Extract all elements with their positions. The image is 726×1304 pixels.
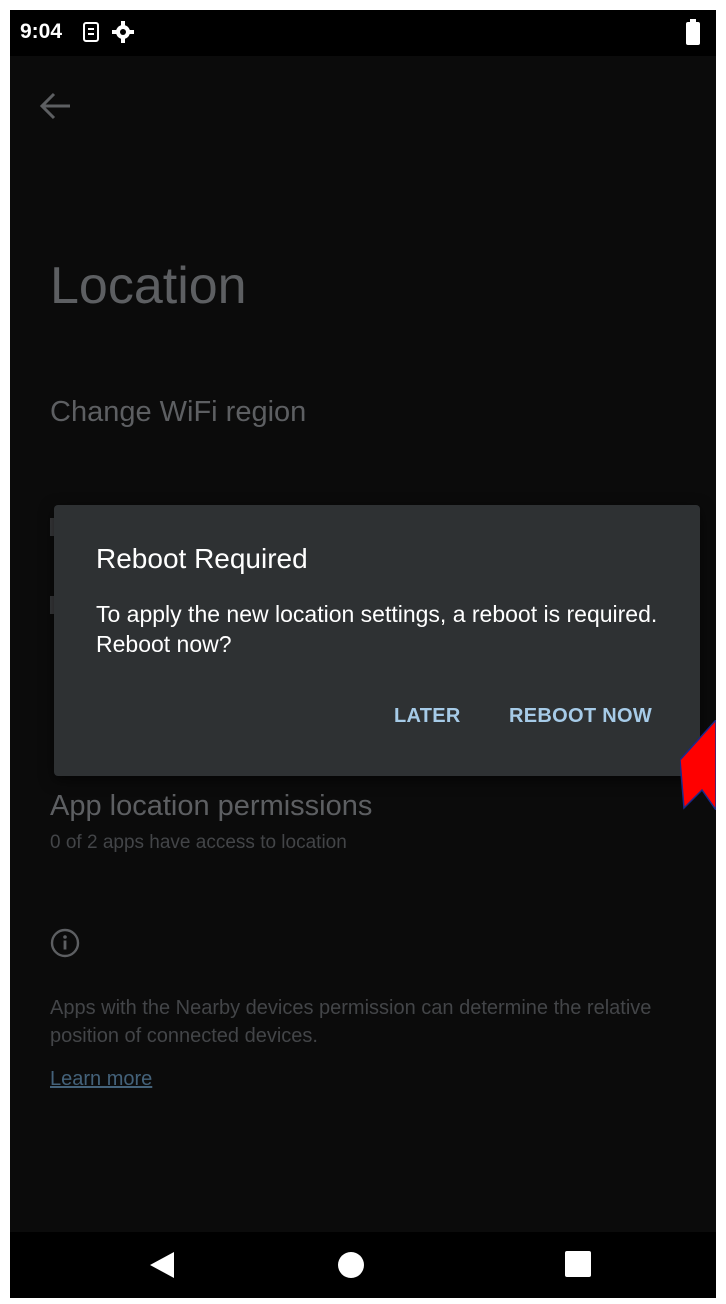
device-screen: 9:04 Location Change WiFi region App loc… xyxy=(10,10,716,1298)
info-icon xyxy=(50,928,80,963)
learn-more-link[interactable]: Learn more xyxy=(50,1068,152,1091)
nearby-devices-info-text: Apps with the Nearby devices permission … xyxy=(50,997,652,1047)
back-arrow-icon xyxy=(39,92,70,120)
home-circle-icon[interactable] xyxy=(336,1250,366,1285)
red-pointer-arrow-icon xyxy=(679,718,716,815)
navigation-bar xyxy=(10,1232,716,1298)
settings-icon xyxy=(112,21,134,48)
status-bar: 9:04 xyxy=(10,10,716,56)
status-time: 9:04 xyxy=(20,20,63,43)
reboot-required-dialog: Reboot Required To apply the new locatio… xyxy=(54,505,700,776)
dialog-title: Reboot Required xyxy=(96,543,308,574)
app-location-permissions-subtitle: 0 of 2 apps have access to location xyxy=(50,832,347,853)
dialog-message: To apply the new location settings, a re… xyxy=(96,601,658,657)
reboot-now-button[interactable]: REBOOT NOW xyxy=(509,705,652,728)
page-title: Location xyxy=(50,257,247,315)
recents-square-icon[interactable] xyxy=(564,1250,592,1283)
back-arrow-button[interactable] xyxy=(36,86,76,126)
change-wifi-region-item[interactable]: Change WiFi region xyxy=(50,396,306,429)
battery-icon xyxy=(686,19,700,50)
later-button[interactable]: LATER xyxy=(394,705,461,728)
back-triangle-icon[interactable] xyxy=(148,1250,176,1285)
sim-icon xyxy=(80,21,102,48)
app-location-permissions-item[interactable]: App location permissions xyxy=(50,790,372,823)
